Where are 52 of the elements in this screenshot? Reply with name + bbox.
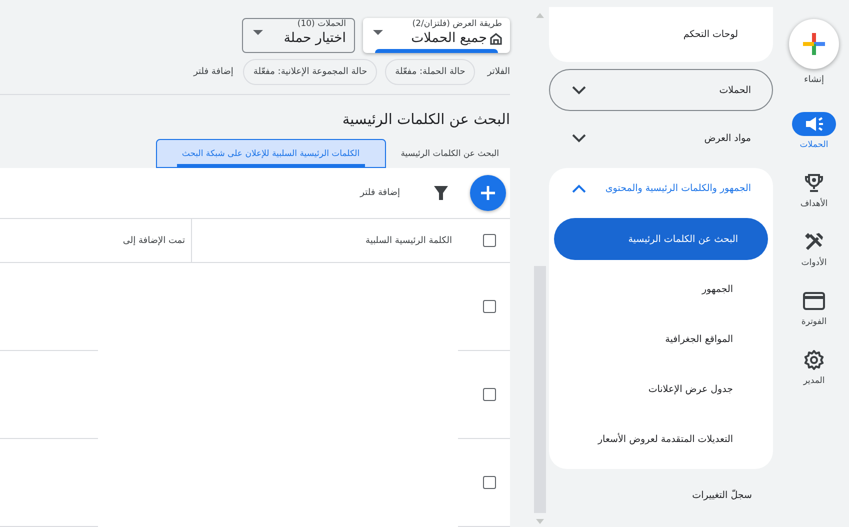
checkbox[interactable] — [482, 300, 496, 313]
filter-chip[interactable]: حالة المجموعة الإعلانية: مفعّلة — [243, 59, 378, 85]
page-title: البحث عن الكلمات الرئيسية — [341, 112, 510, 128]
plus-icon — [802, 32, 826, 56]
chevron-down-icon — [572, 86, 586, 94]
nav-rail-item[interactable]: الأهداف — [792, 171, 836, 209]
plus-icon — [480, 185, 496, 201]
checkbox[interactable] — [482, 476, 496, 489]
tab[interactable]: الكلمات الرئيسية السلبية للإعلان على شبكة البحث — [156, 139, 386, 168]
tab[interactable]: البحث عن الكلمات الرئيسية — [390, 139, 510, 168]
megaphone-icon — [804, 116, 824, 132]
sidebar-item[interactable]: البحث عن الكلمات الرئيسية — [554, 218, 768, 260]
nav-rail-item[interactable]: الفوترة — [792, 289, 836, 327]
scroll-up-icon — [536, 13, 544, 18]
tools-icon — [804, 232, 824, 252]
sidebar-item[interactable]: لوحات التحكم — [683, 29, 738, 40]
sidebar-group-header[interactable]: مواد العرض — [549, 118, 773, 158]
chevron-up-icon — [572, 184, 586, 192]
create-label: إنشاء — [804, 75, 824, 85]
group-label: مواد العرض — [704, 132, 751, 144]
add-filter-link[interactable]: إضافة فلتر — [192, 67, 236, 77]
sidebar-group-header[interactable]: الحملات — [549, 69, 773, 111]
trophy-icon — [804, 173, 824, 193]
sidebar-group-header[interactable]: الجمهور والكلمات الرئيسية والمحتوى — [549, 168, 773, 208]
scroll-down-icon — [536, 519, 544, 524]
group-label: الجمهور والكلمات الرئيسية والمحتوى — [605, 182, 751, 194]
home-icon — [490, 32, 502, 44]
add-filter-button[interactable]: إضافة فلتر — [360, 188, 400, 198]
column-header[interactable]: الكلمة الرئيسية السلبية — [191, 219, 458, 262]
sidebar-item[interactable]: الجمهور — [554, 264, 768, 314]
credit-card-icon — [803, 292, 825, 310]
sidebar-item[interactable]: جدول عرض الإعلانات — [554, 364, 768, 414]
dropdown-triangle-icon — [373, 30, 383, 35]
sidebar-item[interactable]: التعديلات المتقدمة لعروض الأسعار — [554, 414, 768, 464]
filter-chip[interactable]: حالة الحملة: مفعّلة — [385, 59, 476, 85]
sidebar-item[interactable]: سجلّ التغييرات — [549, 470, 773, 520]
add-button[interactable] — [470, 175, 506, 211]
dropdown-triangle-icon — [253, 30, 263, 35]
view-selector[interactable]: طريقة العرض (فلتزان/2) جميع الحملات — [363, 18, 510, 53]
chevron-down-icon — [572, 134, 586, 142]
column-header[interactable]: تمت الإضافة إلى — [0, 219, 191, 262]
filter-icon — [434, 186, 448, 200]
sidebar-item[interactable]: المواقع الجغرافية — [554, 314, 768, 364]
filters-label: الفلاتر — [487, 67, 510, 77]
campaign-selector[interactable]: الحملات (10) اختيار حملة — [242, 18, 355, 53]
create-button[interactable] — [789, 19, 839, 69]
nav-rail-item[interactable]: الأدوات — [792, 230, 836, 268]
checkbox[interactable] — [482, 388, 496, 401]
checkbox[interactable] — [482, 234, 496, 247]
settings-icon — [804, 350, 824, 370]
nav-rail-item[interactable]: المدير — [792, 348, 836, 386]
group-label: الحملات — [719, 84, 751, 96]
